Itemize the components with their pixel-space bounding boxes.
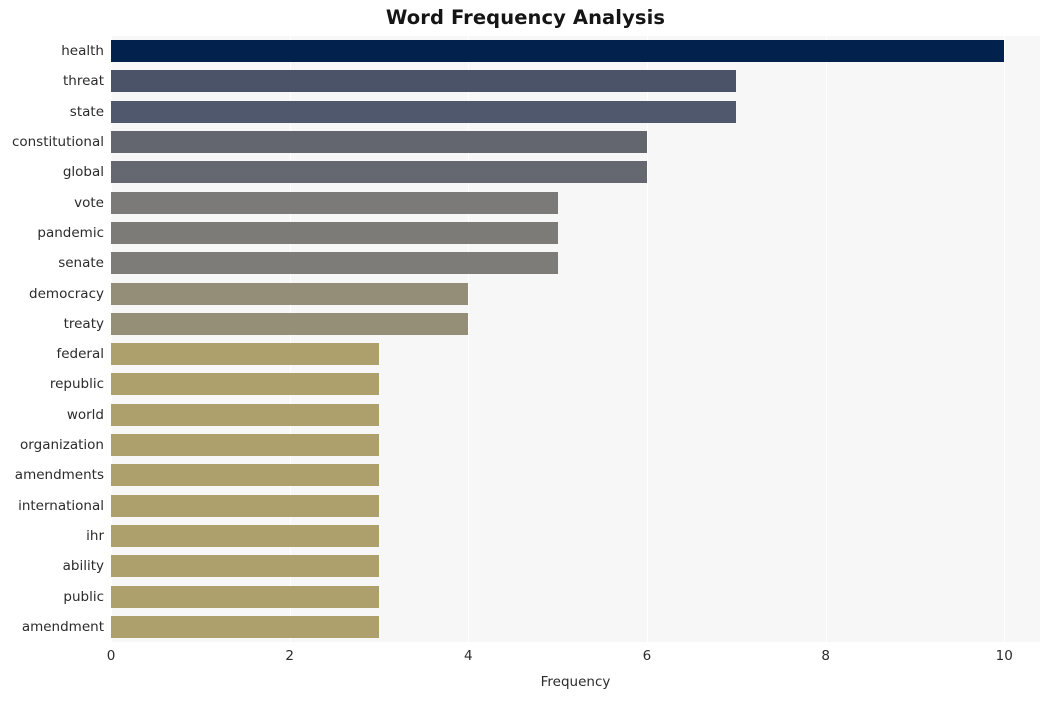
bar — [111, 131, 647, 154]
bar — [111, 403, 379, 426]
x-axis-tick-label: 10 — [995, 648, 1013, 664]
y-axis-tick-label: public — [63, 588, 104, 605]
y-axis-tick-label: organization — [20, 437, 104, 454]
bar — [111, 100, 737, 123]
x-axis-tick-labels: 0 2 4 6 8 10 — [0, 648, 1051, 668]
bar — [111, 434, 379, 457]
chart-title: Word Frequency Analysis — [385, 6, 666, 29]
y-axis-tick-label: state — [69, 103, 104, 120]
bar — [111, 373, 379, 396]
y-axis-tick-label: world — [66, 406, 104, 423]
y-axis-tick-label: senate — [58, 255, 104, 272]
x-axis-tick-label: 8 — [821, 648, 830, 664]
word-frequency-chart-figure: Word Frequency Analysis health threat stat… — [0, 0, 1051, 701]
y-axis-tick-label: constitutional — [11, 134, 104, 151]
y-axis-tick-label: pandemic — [37, 224, 104, 241]
bar — [111, 70, 737, 93]
x-axis-tick-label: 6 — [642, 648, 652, 664]
y-axis-tick-label: federal — [56, 346, 104, 363]
x-axis-tick-label: 2 — [285, 648, 294, 664]
y-axis-tick-label: amendment — [21, 618, 104, 635]
y-axis-tick-label: treaty — [63, 315, 104, 332]
bar — [111, 282, 469, 305]
bar — [111, 615, 379, 638]
bar — [111, 464, 379, 487]
x-axis-tick-label: 4 — [464, 648, 473, 664]
y-axis-tick-label: ability — [62, 558, 104, 575]
y-axis-tick-label: democracy — [29, 285, 104, 302]
x-axis-tick-label: 0 — [106, 648, 116, 664]
y-axis-tick-label: international — [18, 497, 104, 514]
y-axis-tick-label: amendments — [14, 467, 104, 484]
bar — [111, 221, 558, 244]
bar — [111, 191, 558, 214]
y-axis-tick-label: vote — [74, 194, 104, 211]
bar — [111, 161, 647, 184]
y-axis-tick-label: global — [62, 164, 104, 181]
bar — [111, 343, 379, 366]
x-axis-title: Frequency — [540, 674, 611, 690]
bar — [111, 585, 379, 608]
bar — [111, 555, 379, 578]
bar — [111, 494, 379, 517]
bar — [111, 312, 469, 335]
y-axis-tick-label: health — [61, 43, 104, 60]
y-axis-tick-label: threat — [63, 73, 104, 90]
y-axis-tick-labels: health threat state constitutional global vot… — [0, 36, 104, 642]
bar — [111, 40, 1005, 63]
bar — [111, 252, 558, 275]
bar — [111, 524, 379, 547]
plot-area — [111, 36, 1040, 642]
bars-group — [111, 36, 1040, 642]
y-axis-tick-label: republic — [49, 376, 104, 393]
y-axis-tick-label: ihr — [86, 527, 104, 544]
